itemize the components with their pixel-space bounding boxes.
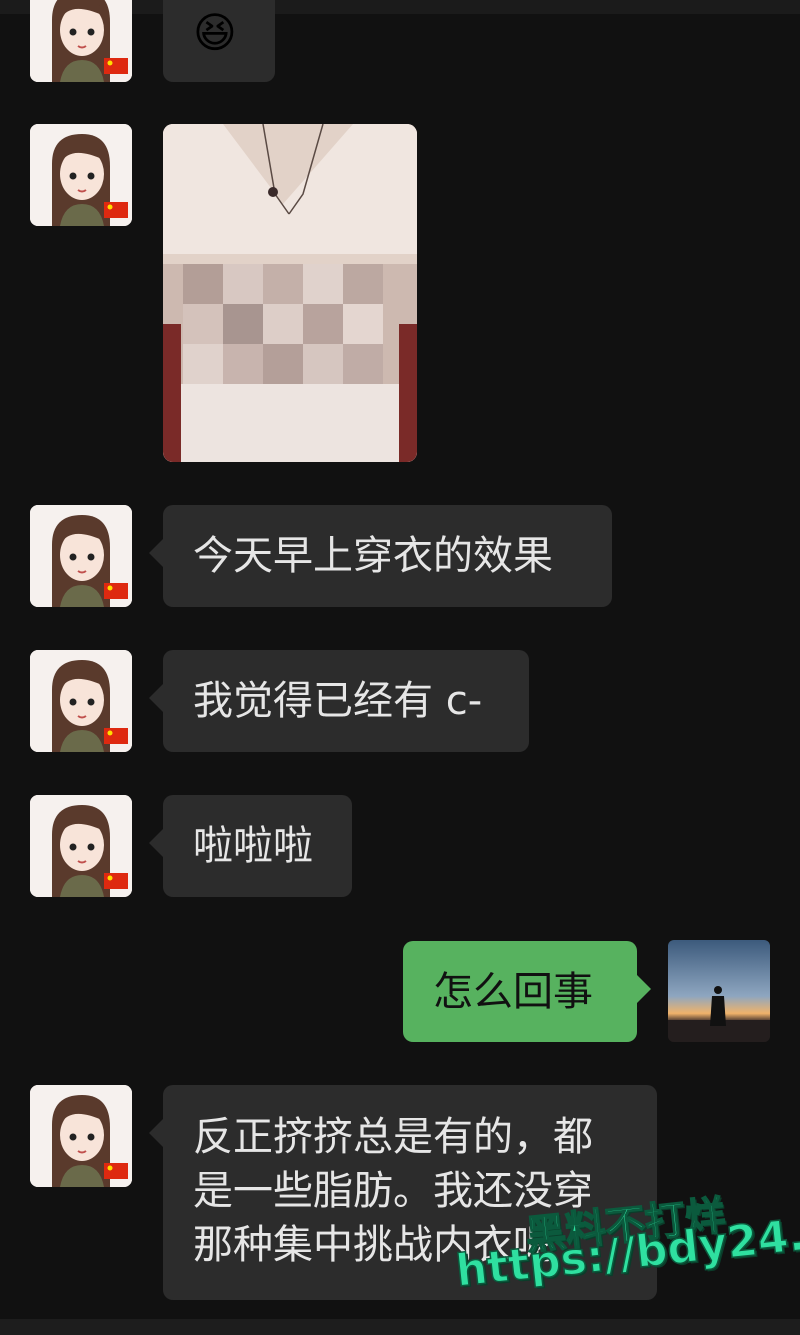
photo-message[interactable] xyxy=(163,124,417,462)
message-text: 今天早上穿衣的效果 xyxy=(193,533,553,579)
laughing-emoji-icon: 😆 xyxy=(193,8,237,57)
emoji-message-bubble[interactable]: 😆 xyxy=(163,0,275,82)
contact-avatar[interactable] xyxy=(30,795,132,897)
message-text: 啦啦啦 xyxy=(193,823,313,869)
contact-avatar[interactable] xyxy=(30,650,132,752)
message-text: 怎么回事 xyxy=(433,969,593,1015)
contact-avatar[interactable] xyxy=(30,124,132,226)
bottom-strip xyxy=(0,1319,800,1335)
self-message-bubble[interactable]: 怎么回事 xyxy=(403,941,651,1042)
message-bubble[interactable]: 啦啦啦 xyxy=(149,795,352,897)
contact-avatar[interactable] xyxy=(30,1085,132,1187)
contact-avatar[interactable] xyxy=(30,0,132,82)
message-text: 我觉得已经有 c- xyxy=(193,678,483,724)
message-bubble[interactable]: 今天早上穿衣的效果 xyxy=(149,505,612,607)
self-avatar[interactable] xyxy=(668,940,770,1042)
message-bubble[interactable]: 我觉得已经有 c- xyxy=(149,650,529,752)
contact-avatar[interactable] xyxy=(30,505,132,607)
